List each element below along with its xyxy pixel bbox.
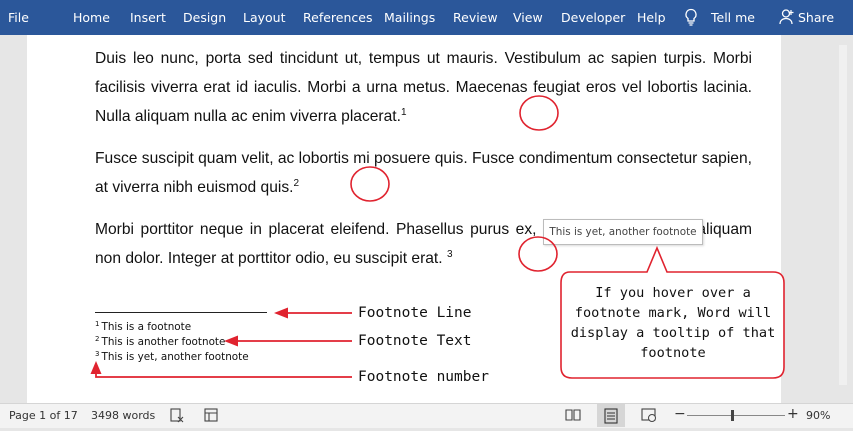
web-layout-icon[interactable]	[641, 407, 657, 426]
label-footnote-number: Footnote number	[358, 369, 489, 385]
zoom-level[interactable]: 90%	[806, 409, 830, 422]
callout-text: If you hover over a footnote mark, Word …	[570, 285, 776, 361]
zoom-slider-thumb[interactable]	[731, 410, 734, 421]
arrowhead-footnote-line	[274, 307, 288, 319]
highlight-circle-mark-1	[519, 95, 559, 131]
zoom-out-button[interactable]: −	[674, 406, 686, 422]
read-mode-icon[interactable]	[565, 407, 581, 426]
proofing-icon[interactable]	[169, 407, 185, 426]
arrowhead-footnote-number	[90, 361, 102, 374]
print-layout-icon[interactable]	[597, 404, 625, 427]
page-count[interactable]: Page 1 of 17	[9, 409, 78, 422]
word-count[interactable]: 3498 words	[91, 409, 155, 422]
zoom-in-button[interactable]: +	[787, 406, 799, 422]
status-bar: Page 1 of 17 3498 words − + 90%	[0, 403, 853, 428]
zoom-slider[interactable]	[687, 415, 785, 416]
arrow-footnote-number	[95, 372, 352, 378]
label-footnote-line: Footnote Line	[358, 305, 472, 321]
arrowhead-footnote-text	[224, 335, 238, 347]
label-footnote-text: Footnote Text	[358, 333, 472, 349]
highlight-circle-mark-3	[518, 236, 558, 272]
highlight-circle-mark-2	[350, 166, 390, 202]
macro-icon[interactable]	[203, 407, 219, 426]
